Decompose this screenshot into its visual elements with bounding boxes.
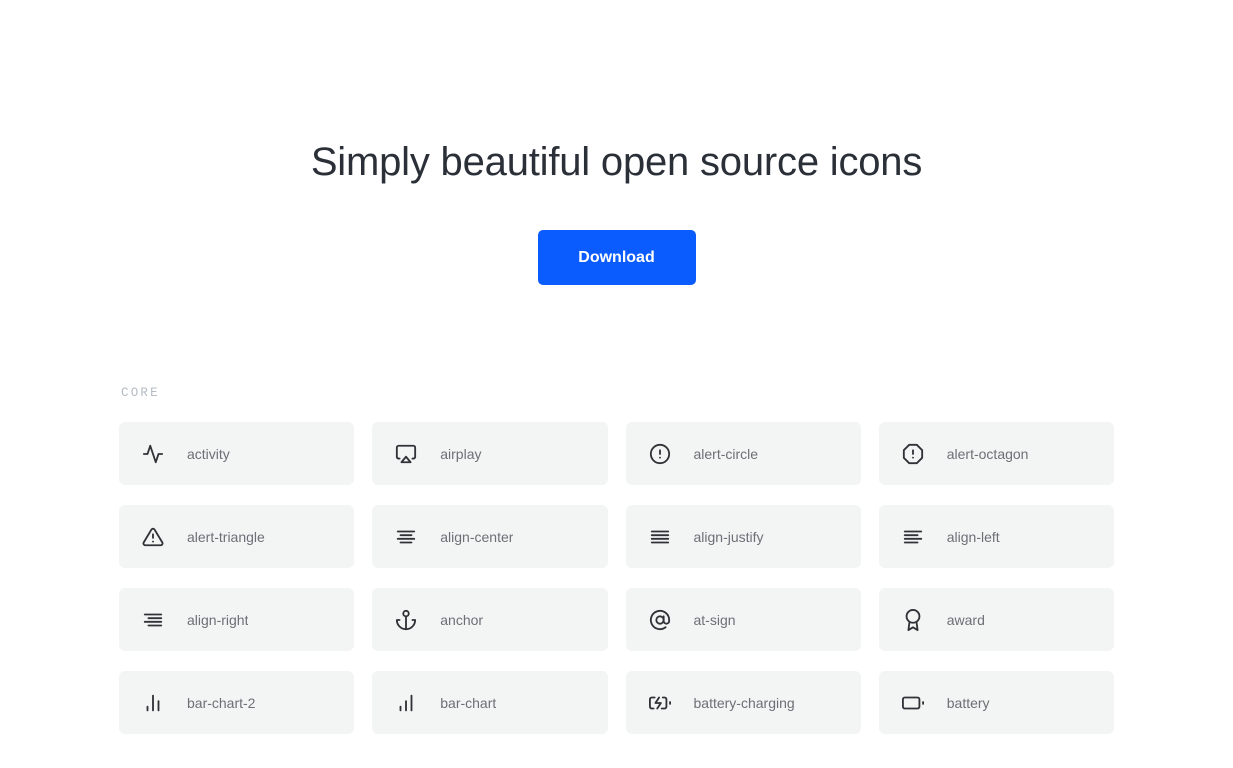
icon-card[interactable]: bar-chart [372,671,608,734]
icon-name-label: alert-octagon [946,445,1029,462]
align-center-icon [394,525,418,549]
icons-section: CORE activity airplay alert-circle alert-oc… [119,285,1114,734]
icon-card[interactable]: activity [119,422,355,485]
icon-card[interactable]: align-left [878,505,1114,568]
icon-grid: activity airplay alert-circle alert-octagon… [119,422,1114,734]
bar-chart-2-icon [141,691,165,715]
icon-name-label: align-left [946,528,1000,545]
icon-name-label: award [946,611,985,628]
icon-card[interactable]: anchor [372,588,608,651]
icon-name-label: alert-triangle [187,528,265,545]
icon-name-label: alert-circle [693,445,759,462]
align-justify-icon [648,525,672,549]
icon-name-label: bar-chart-2 [187,694,256,711]
icon-card[interactable]: align-right [119,588,355,651]
icon-name-label: activity [187,445,230,462]
icon-card[interactable]: at-sign [625,588,861,651]
icon-card[interactable]: award [878,588,1114,651]
at-sign-icon [648,608,672,632]
icon-card[interactable]: battery-charging [625,671,861,734]
page-root: Simply beautiful open source icons Downl… [0,0,1233,768]
download-button[interactable]: Download [537,230,696,285]
align-left-icon [901,525,925,549]
alert-triangle-icon [141,525,165,549]
icon-card[interactable]: alert-circle [625,422,861,485]
anchor-icon [394,608,418,632]
hero-section: Simply beautiful open source icons Downl… [0,0,1233,285]
icon-card[interactable]: battery [878,671,1114,734]
icon-name-label: at-sign [693,611,736,628]
icon-card[interactable]: airplay [372,422,608,485]
icon-name-label: airplay [440,445,482,462]
activity-icon [141,442,165,466]
page-title: Simply beautiful open source icons [310,140,923,184]
icon-name-label: align-justify [693,528,764,545]
icon-card[interactable]: align-justify [625,505,861,568]
icon-name-label: battery-charging [693,694,795,711]
icon-card[interactable]: alert-octagon [878,422,1114,485]
hero-cta-container: Download [0,230,1233,285]
award-icon [901,608,925,632]
icon-card[interactable]: align-center [372,505,608,568]
alert-octagon-icon [901,442,925,466]
align-right-icon [141,608,165,632]
icon-name-label: align-center [440,528,514,545]
airplay-icon [394,442,418,466]
icon-name-label: align-right [187,611,249,628]
icon-name-label: battery [946,694,990,711]
icon-name-label: anchor [440,611,484,628]
section-label-core: CORE [121,386,160,400]
battery-charging-icon [648,691,672,715]
bar-chart-icon [394,691,418,715]
battery-icon [901,691,925,715]
icon-card[interactable]: bar-chart-2 [119,671,355,734]
icon-card[interactable]: alert-triangle [119,505,355,568]
alert-circle-icon [648,442,672,466]
icon-name-label: bar-chart [440,694,497,711]
